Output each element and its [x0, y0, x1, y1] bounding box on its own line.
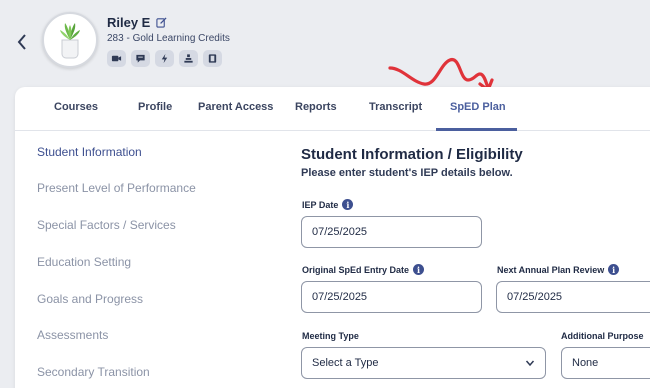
additional-purpose-select[interactable]: None: [561, 347, 650, 379]
meeting-type-value: Select a Type: [312, 357, 379, 369]
tab-reports[interactable]: Reports: [295, 101, 337, 113]
info-icon[interactable]: i: [413, 264, 425, 275]
sidebar-item-education-setting[interactable]: Education Setting: [37, 255, 131, 269]
main-card: Courses Profile Parent Access Reports Tr…: [15, 87, 650, 388]
chevron-down-icon: [525, 360, 535, 367]
sidebar-item-secondary-transition[interactable]: Secondary Transition: [37, 365, 150, 379]
iep-date-input[interactable]: 07/25/2025: [301, 216, 482, 248]
form-title: Student Information / Eligibility: [301, 146, 523, 163]
tab-bar: Courses Profile Parent Access Reports Tr…: [15, 87, 650, 131]
back-arrow-icon[interactable]: [16, 33, 28, 51]
additional-purpose-label-text: Additional Purpose: [561, 331, 644, 341]
sidebar-item-goals-progress[interactable]: Goals and Progress: [37, 292, 143, 306]
meeting-type-label: Meeting Type: [302, 331, 359, 341]
meeting-type-select[interactable]: Select a Type: [301, 347, 546, 379]
tab-transcript[interactable]: Transcript: [369, 101, 422, 113]
avatar-plant-icon: [60, 23, 80, 59]
meeting-type-label-text: Meeting Type: [302, 331, 359, 341]
info-icon[interactable]: i: [342, 199, 354, 210]
annual-review-label: Next Annual Plan Review i: [497, 264, 620, 275]
entry-date-value: 07/25/2025: [312, 291, 368, 303]
avatar: [42, 12, 98, 68]
annual-review-label-text: Next Annual Plan Review: [497, 264, 605, 275]
student-subtitle: 283 - Gold Learning Credits: [107, 33, 230, 44]
sidebar-item-assessments[interactable]: Assessments: [37, 328, 108, 342]
bolt-icon[interactable]: [155, 50, 174, 67]
additional-purpose-value: None: [572, 357, 599, 369]
iep-date-label: IEP Date i: [302, 199, 354, 210]
sidebar-item-present-level[interactable]: Present Level of Performance: [37, 181, 196, 195]
entry-date-label-text: Original SpEd Entry Date: [302, 264, 410, 275]
chat-icon[interactable]: [131, 50, 150, 67]
form-subtitle: Please enter student's IEP details below…: [301, 167, 513, 179]
sidebar-item-student-information[interactable]: Student Information: [37, 145, 142, 159]
edit-icon[interactable]: [156, 17, 167, 28]
annual-review-input[interactable]: 07/25/2025: [496, 281, 650, 313]
student-name: Riley E: [107, 15, 151, 30]
quick-action-bar: [107, 50, 222, 67]
sidebar-item-special-factors[interactable]: Special Factors / Services: [37, 218, 176, 232]
info-icon[interactable]: i: [608, 264, 620, 275]
tab-courses[interactable]: Courses: [54, 101, 98, 113]
iep-date-value: 07/25/2025: [312, 226, 368, 238]
stack-icon[interactable]: [179, 50, 198, 67]
video-icon[interactable]: [107, 50, 126, 67]
annual-review-value: 07/25/2025: [507, 291, 563, 303]
tab-profile[interactable]: Profile: [138, 101, 172, 113]
tab-parent-access[interactable]: Parent Access: [198, 101, 273, 113]
film-icon[interactable]: [203, 50, 222, 67]
entry-date-input[interactable]: 07/25/2025: [301, 281, 482, 313]
iep-date-label-text: IEP Date: [302, 199, 339, 210]
tab-sped-plan[interactable]: SpED Plan: [450, 101, 506, 113]
active-tab-indicator: [436, 128, 517, 131]
entry-date-label: Original SpEd Entry Date i: [302, 264, 425, 275]
additional-purpose-label: Additional Purpose: [561, 331, 650, 341]
